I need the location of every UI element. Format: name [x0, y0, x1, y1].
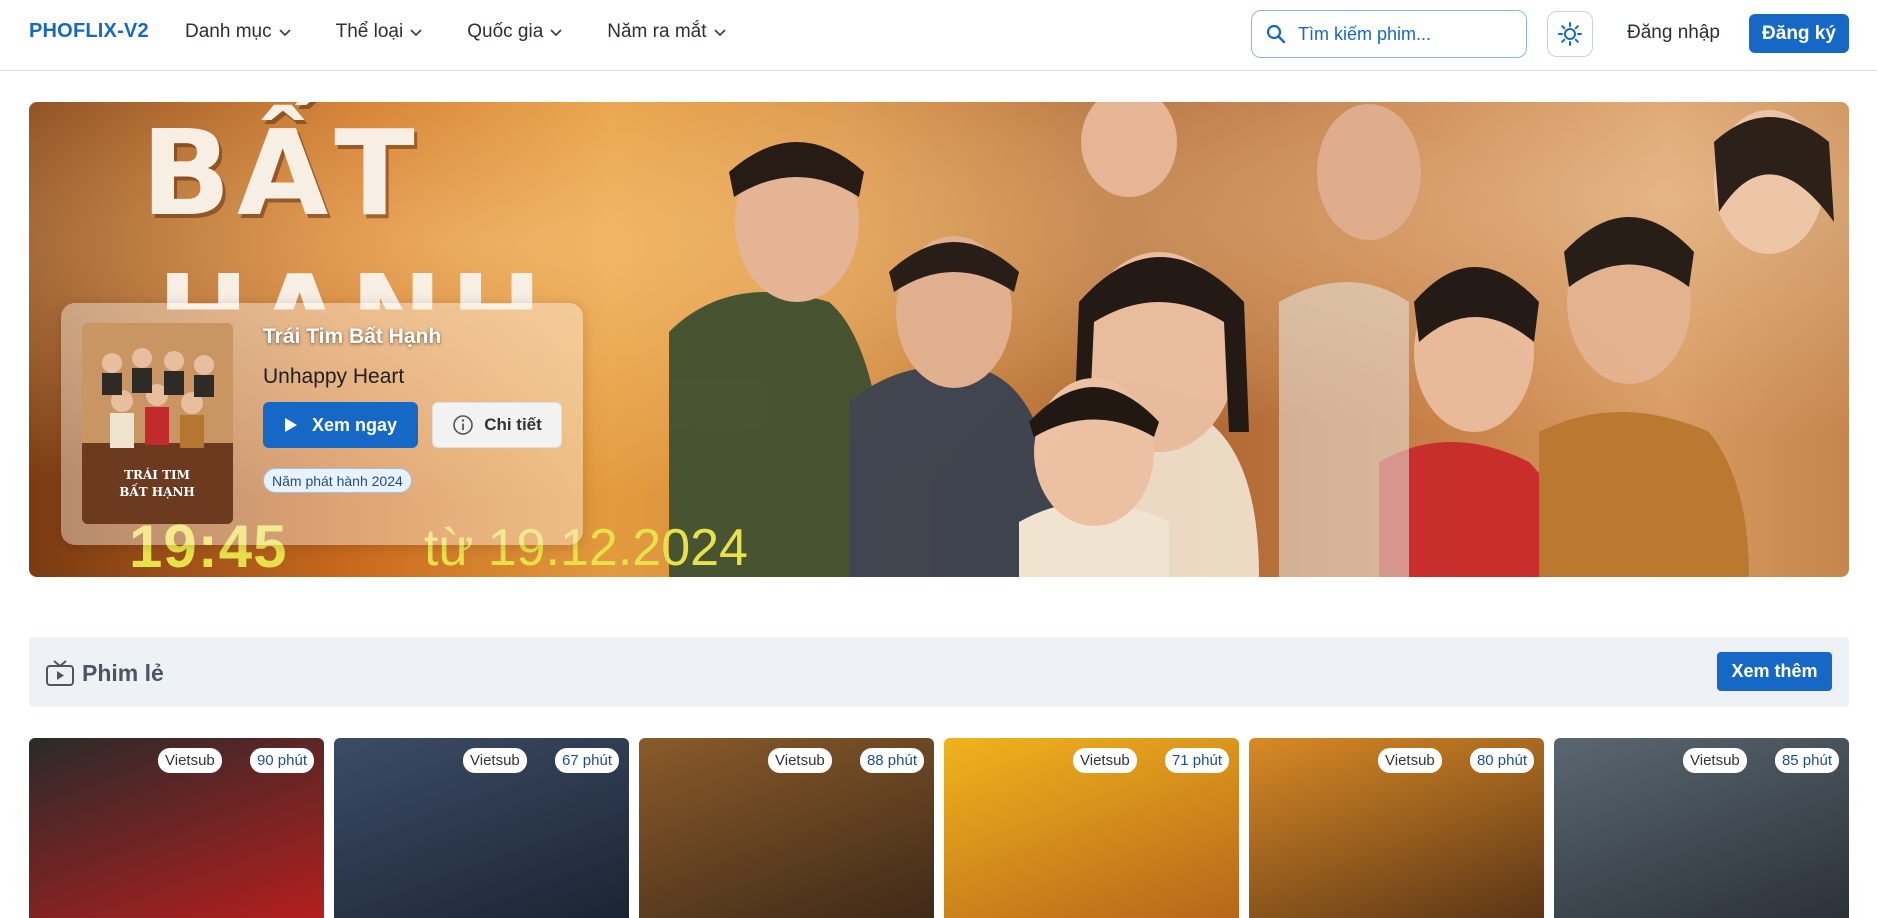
hero-movie-original-title: Unhappy Heart [263, 365, 405, 388]
duration-badge: 80 phút [1469, 748, 1534, 773]
poster-title-line2: BẤT HẠNH [119, 482, 195, 499]
nav-label: Thể loại [335, 21, 404, 42]
watch-now-label: Xem ngay [311, 414, 398, 435]
login-link[interactable]: Đăng nhập [1627, 22, 1720, 44]
search-input[interactable] [1298, 23, 1508, 45]
chevron-down-icon [410, 29, 422, 37]
play-icon [284, 418, 297, 432]
chevron-down-icon [550, 29, 562, 37]
main-nav: Danh mục Thể loại Quốc gia Năm ra mắt [185, 21, 727, 43]
subtitle-badge: Vietsub [1073, 748, 1137, 773]
site-logo[interactable]: PHOFLIX-V2 [29, 20, 149, 43]
movie-card[interactable]: Vietsub 80 phút [1249, 738, 1544, 918]
detail-button[interactable]: Chi tiết [432, 402, 562, 448]
detail-label: Chi tiết [484, 415, 542, 434]
duration-badge: 90 phút [249, 748, 314, 773]
duration-badge: 71 phút [1164, 748, 1229, 773]
nav-item-quoc-gia[interactable]: Quốc gia [467, 21, 563, 43]
search-box[interactable] [1251, 10, 1527, 58]
duration-badge: 88 phút [859, 748, 924, 773]
chevron-down-icon [278, 29, 291, 37]
section-header-phim-le [29, 637, 1849, 707]
duration-badge: 67 phút [554, 748, 619, 773]
nav-item-the-loai[interactable]: Thể loại [336, 21, 424, 43]
search-icon [1266, 24, 1286, 44]
subtitle-badge: Vietsub [1683, 748, 1747, 773]
register-button[interactable]: Đăng ký [1749, 14, 1849, 53]
movie-card[interactable]: Vietsub 67 phút [334, 738, 629, 918]
subtitle-badge: Vietsub [768, 748, 832, 773]
nav-item-danh-muc[interactable]: Danh mục [185, 21, 292, 43]
hero-movie-title: Trái Tim Bất Hạnh [263, 325, 442, 348]
nav-label: Năm ra mắt [607, 21, 707, 42]
nav-label: Quốc gia [467, 21, 544, 42]
subtitle-badge: Vietsub [1378, 748, 1442, 773]
release-year-badge: Năm phát hành 2024 [263, 468, 412, 493]
tv-icon [46, 660, 74, 686]
movie-poster[interactable]: TRÁI TIM BẤT HẠNH [82, 323, 233, 524]
chevron-down-icon [713, 29, 726, 37]
watch-now-button[interactable]: Xem ngay [263, 402, 418, 448]
theme-toggle-button[interactable] [1547, 11, 1593, 57]
movie-card[interactable]: Vietsub 71 phút [944, 738, 1239, 918]
movie-card[interactable]: Vietsub 90 phút [29, 738, 324, 918]
top-navbar: PHOFLIX-V2 Danh mục Thể loại Quốc gia Nă… [0, 0, 1877, 71]
subtitle-badge: Vietsub [158, 748, 222, 773]
movie-card[interactable]: Vietsub 88 phút [639, 738, 934, 918]
nav-item-nam-ra-mat[interactable]: Năm ra mắt [607, 21, 726, 43]
see-more-button[interactable]: Xem thêm [1717, 652, 1832, 691]
poster-title-line1: TRÁI TIM [124, 467, 190, 482]
subtitle-badge: Vietsub [463, 748, 527, 773]
sun-icon [1558, 22, 1582, 46]
info-icon [453, 415, 473, 435]
movie-card[interactable]: Vietsub 85 phút [1554, 738, 1849, 918]
duration-badge: 85 phút [1774, 748, 1839, 773]
poster-artwork: TRÁI TIM BẤT HẠNH [82, 323, 233, 524]
section-title: Phim lẻ [82, 660, 164, 686]
nav-label: Danh mục [185, 21, 272, 42]
